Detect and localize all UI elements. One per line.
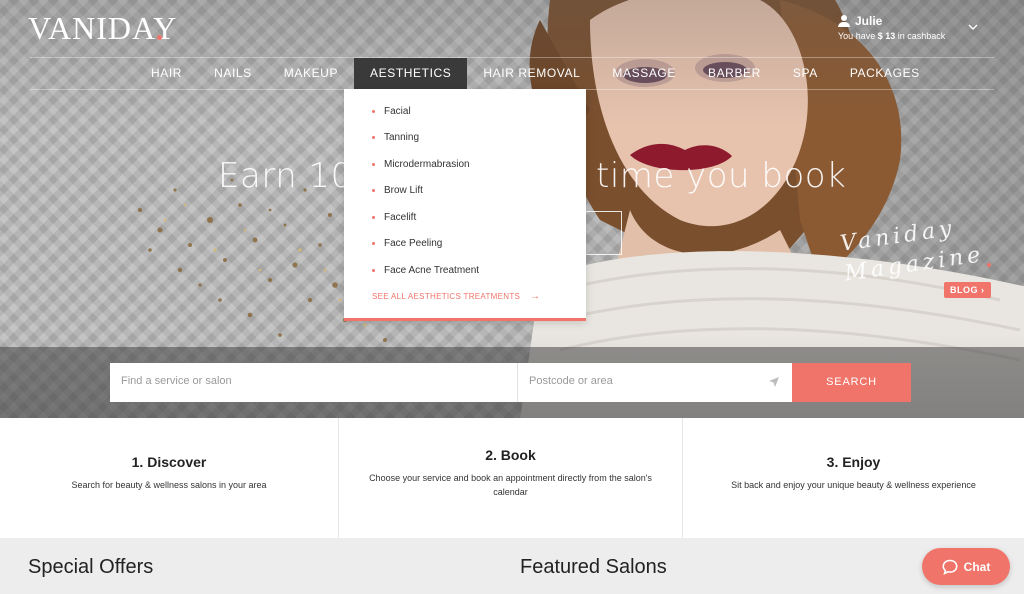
arrow-right-icon: → [530,291,541,302]
nav-item-spa[interactable]: SPA [777,58,834,89]
cashback-text: You have $ 13 in cashback [838,31,946,41]
chat-button[interactable]: Chat [922,548,1010,585]
logo-dot [157,35,162,40]
user-name: Julie [855,14,883,28]
bullet-icon [372,189,375,192]
nav-item-hair-removal[interactable]: HAIR REMOVAL [467,58,596,89]
bullet-icon [372,216,375,219]
location-arrow-icon[interactable] [768,376,780,388]
chat-bubble-icon [942,559,958,575]
step-book: 2. Book Choose your service and book an … [338,418,682,538]
step-text: Sit back and enjoy your unique beauty & … [731,480,976,490]
nav-item-massage[interactable]: MASSAGE [596,58,692,89]
featured-salons-heading: Featured Salons [520,556,667,578]
category-nav: HAIR NAILS MAKEUP AESTHETICS HAIR REMOVA… [135,58,936,89]
blog-button[interactable]: BLOG › [944,282,991,298]
search-button[interactable]: SEARCH [792,363,911,402]
bullet-icon [372,163,375,166]
step-title: 3. Enjoy [826,454,881,470]
see-all-aesthetics-link[interactable]: SEE ALL AESTHETICS TREATMENTS → [372,291,540,302]
nav-item-aesthetics[interactable]: AESTHETICS [354,58,468,89]
dropdown-item-brow-lift[interactable]: Brow Lift [372,185,423,196]
postcode-input[interactable]: Postcode or area [518,363,792,402]
bullet-icon [372,269,375,272]
user-name-row[interactable]: Julie [838,14,945,28]
service-search-input[interactable]: Find a service or salon [110,363,518,402]
step-discover: 1. Discover Search for beauty & wellness… [0,418,338,538]
magazine-dot [987,263,991,267]
nav-item-barber[interactable]: BARBER [692,58,777,89]
bottom-section [0,538,1024,594]
headline-right: time you book [596,156,847,196]
bullet-icon [372,242,375,245]
hero-cta-button[interactable] [585,211,622,255]
step-text: Search for beauty & wellness salons in y… [71,480,267,490]
step-text: Choose your service and book an appointm… [369,473,652,497]
aesthetics-dropdown: Facial Tanning Microdermabrasion Brow Li… [344,89,586,321]
bullet-icon [372,136,375,139]
dropdown-item-microdermabrasion[interactable]: Microdermabrasion [372,159,470,170]
dropdown-item-facial[interactable]: Facial [372,106,411,117]
dropdown-item-facelift[interactable]: Facelift [372,212,416,223]
nav-item-hair[interactable]: HAIR [135,58,198,89]
step-title: 1. Discover [131,454,207,470]
step-title: 2. Book [485,447,536,463]
nav-item-packages[interactable]: PACKAGES [834,58,936,89]
special-offers-heading: Special Offers [28,556,154,578]
step-enjoy: 3. Enjoy Sit back and enjoy your unique … [682,418,1024,538]
chevron-down-icon[interactable] [968,22,978,32]
dropdown-item-face-peeling[interactable]: Face Peeling [372,238,442,249]
dropdown-item-tanning[interactable]: Tanning [372,132,419,143]
chat-label: Chat [963,559,991,574]
user-icon [838,15,850,27]
how-it-works: 1. Discover Search for beauty & wellness… [0,418,1024,538]
dropdown-item-face-acne-treatment[interactable]: Face Acne Treatment [372,265,479,276]
user-menu[interactable]: Julie You have $ 13 in cashback [838,14,945,41]
vaniday-logo[interactable]: VANIDAY [28,10,177,47]
nav-item-nails[interactable]: NAILS [198,58,268,89]
bullet-icon [372,110,375,113]
nav-item-makeup[interactable]: MAKEUP [268,58,354,89]
